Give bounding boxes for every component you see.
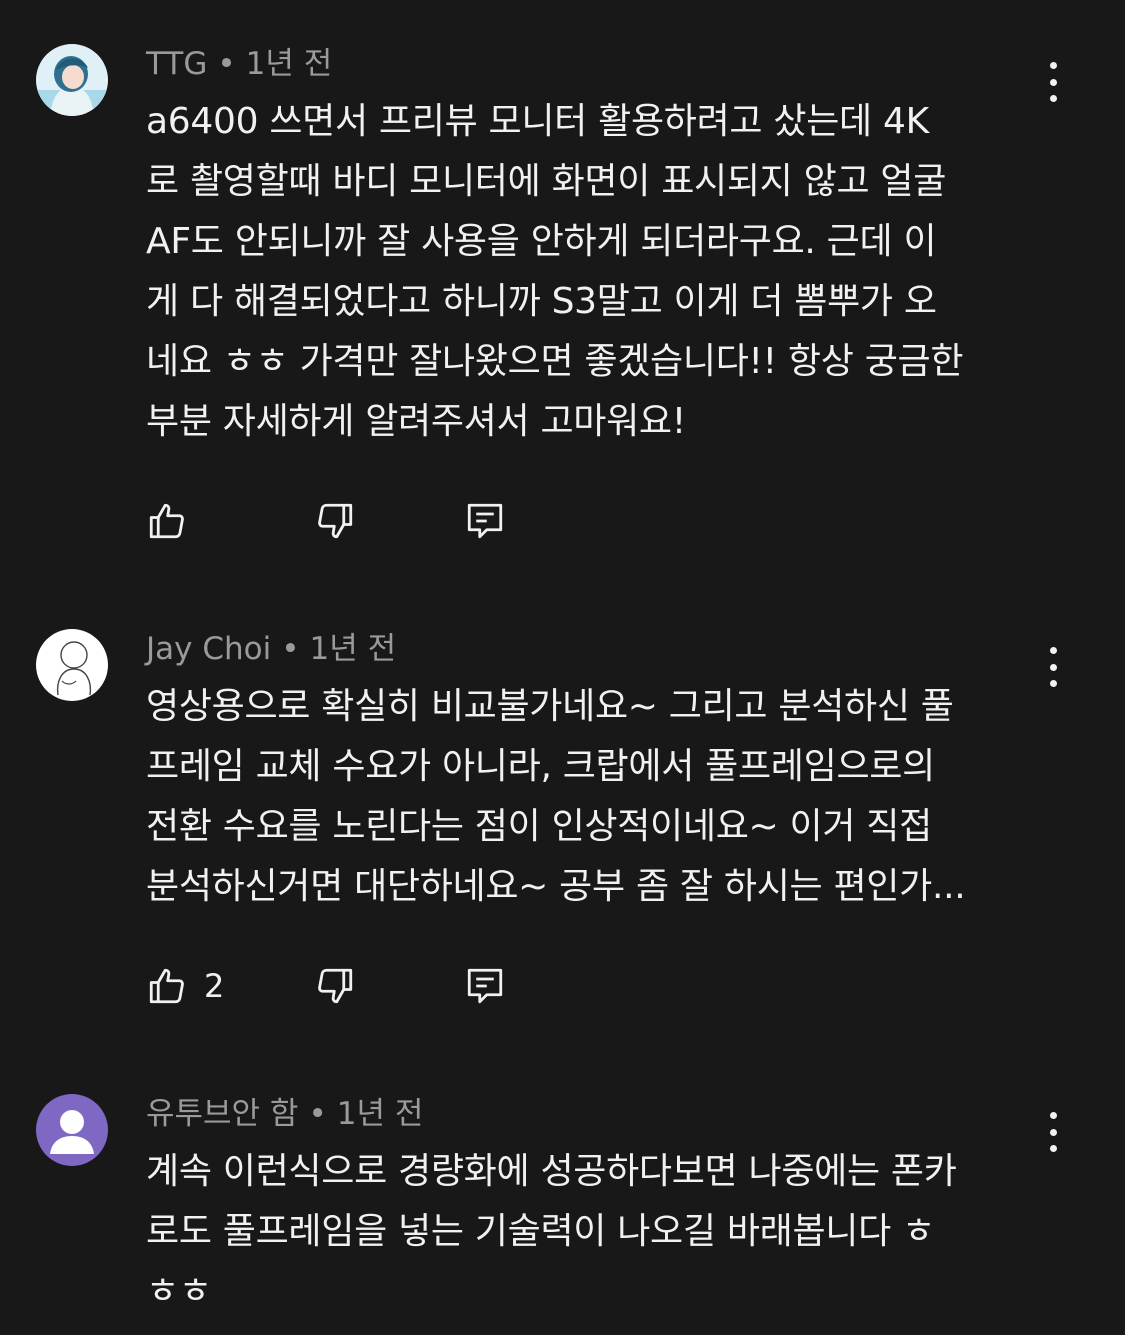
like-count: 2	[204, 967, 225, 1005]
reply-comment-icon	[467, 968, 503, 1004]
comment-time: 1년 전	[245, 46, 333, 82]
dislike-button[interactable]	[314, 965, 356, 1007]
thumbs-down-icon	[318, 503, 353, 539]
meta-separator: •	[308, 1096, 327, 1132]
comment-actions	[146, 500, 566, 544]
thumbs-down-icon	[318, 968, 353, 1004]
like-button[interactable]: 2	[146, 965, 224, 1007]
comment-text: 계속 이런식으로 경량화에 성공하다보면 나중에는 폰카 로도 풀프레임을 넣는…	[146, 1151, 957, 1312]
meta-separator: •	[281, 631, 300, 667]
comment-time: 1년 전	[336, 1096, 424, 1132]
reply-button[interactable]	[464, 965, 506, 1007]
comment-meta: TTG • 1년 전	[146, 44, 332, 84]
author-name[interactable]: TTG	[146, 46, 207, 82]
avatar[interactable]	[36, 44, 108, 116]
avatar[interactable]	[36, 629, 108, 701]
author-name[interactable]: Jay Choi	[146, 631, 271, 667]
thumbs-up-icon	[149, 968, 184, 1004]
avatar[interactable]	[36, 1094, 108, 1166]
comment-actions: 2	[146, 965, 566, 1009]
comment-meta: 유투브안 함 • 1년 전	[146, 1094, 423, 1134]
reply-comment-icon	[467, 503, 503, 539]
like-button[interactable]	[146, 500, 204, 542]
comment-time: 1년 전	[309, 631, 397, 667]
comment-text: a6400 쓰면서 프리뷰 모니터 활용하려고 샀는데 4K 로 촬영할때 바디…	[146, 101, 964, 442]
comment-text: 영상용으로 확실히 비교불가네요~ 그리고 분석하신 풀 프레임 교체 수요가 …	[146, 686, 966, 907]
dislike-button[interactable]	[314, 500, 356, 542]
meta-separator: •	[217, 46, 236, 82]
comment-meta: Jay Choi • 1년 전	[146, 629, 396, 669]
author-name[interactable]: 유투브안 함	[146, 1096, 298, 1132]
thumbs-up-icon	[149, 503, 184, 539]
reply-button[interactable]	[464, 500, 506, 542]
